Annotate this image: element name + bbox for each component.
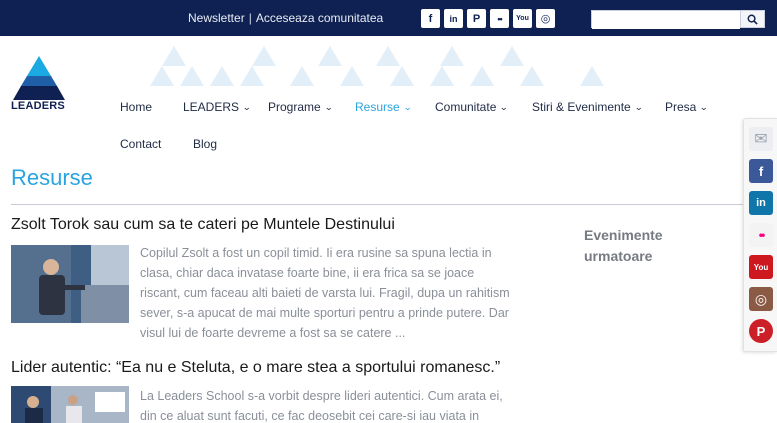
pinterest-icon[interactable]: P: [749, 319, 773, 343]
flickr-icon[interactable]: ••: [749, 223, 773, 247]
heading-line: urmatoare: [584, 248, 653, 264]
share-bar: ✉ f in •• You ◎ P: [743, 118, 777, 352]
article-excerpt: Copilul Zsolt a fost un copil timid. Ii …: [140, 243, 552, 343]
youtube-icon[interactable]: You: [513, 9, 532, 28]
chevron-down-icon: ⌄: [323, 101, 333, 112]
nav-home-label: Home: [120, 100, 153, 114]
chevron-down-icon: ⌄: [242, 101, 252, 112]
social-links: f in P •• You ◎: [421, 9, 555, 28]
flickr-icon[interactable]: ••: [490, 9, 509, 28]
search-input[interactable]: [592, 13, 740, 29]
nav-stiri-label: Stiri & Evenimente: [532, 100, 631, 114]
excerpt-line: Copilul Zsolt a fost un copil timid. Ii …: [140, 246, 492, 260]
logo-middle-band: [21, 76, 57, 86]
chevron-down-icon: ⌄: [633, 101, 644, 112]
newsletter-link[interactable]: Newsletter: [188, 11, 245, 25]
nav-comunitate-label: Comunitate: [435, 100, 497, 114]
search-button[interactable]: [740, 11, 764, 27]
article-title[interactable]: Zsolt Torok sau cum sa te cateri pe Munt…: [11, 216, 395, 234]
nav-leaders[interactable]: LEADERS ⌄: [183, 100, 251, 114]
nav-programe-label: Programe: [268, 100, 321, 114]
top-bar: Newsletter | Acceseaza comunitatea f in P …: [0, 0, 777, 36]
article-title[interactable]: Lider autentic: “Ea nu e Steluta, e o ma…: [11, 359, 500, 377]
article-excerpt: La Leaders School s-a vorbit despre lide…: [140, 386, 552, 423]
nav-blog-label: Blog: [193, 137, 218, 151]
nav-resurse[interactable]: Resurse ⌄: [355, 100, 412, 114]
nav-comunitate[interactable]: Comunitate ⌄: [435, 100, 509, 114]
header-pattern: [150, 46, 604, 86]
nav-blog[interactable]: Blog: [193, 137, 217, 151]
article-thumbnail[interactable]: [11, 386, 129, 423]
search-icon: [747, 14, 758, 25]
pinterest-icon[interactable]: P: [467, 9, 486, 28]
excerpt-line: clasa, chiar daca invatase foarte bine, …: [140, 266, 475, 280]
top-links: Newsletter | Acceseaza comunitatea: [188, 11, 383, 25]
linkedin-icon[interactable]: in: [749, 191, 773, 215]
excerpt-line: riscant, cum faceau alti baieti de varst…: [140, 286, 510, 300]
upcoming-events-heading: Evenimente urmatoare: [584, 225, 663, 267]
facebook-icon[interactable]: f: [749, 159, 773, 183]
nav-stiri-evenimente[interactable]: Stiri & Evenimente ⌄: [532, 100, 644, 114]
chevron-down-icon: ⌄: [699, 101, 709, 112]
instagram-icon[interactable]: ◎: [749, 287, 773, 311]
article-thumbnail[interactable]: [11, 245, 129, 323]
nav-programe[interactable]: Programe ⌄: [268, 100, 333, 114]
instagram-icon[interactable]: ◎: [536, 9, 555, 28]
excerpt-line: sever, s-a apucat de mai multe sporturi …: [140, 306, 509, 320]
chevron-down-icon: ⌄: [499, 101, 509, 112]
nav-leaders-label: LEADERS: [183, 100, 240, 114]
excerpt-line: visul lui de foarte devreme a fost sa se…: [140, 326, 406, 340]
nav-contact-label: Contact: [120, 137, 162, 151]
title-divider: [11, 204, 777, 205]
nav-presa-label: Presa: [665, 100, 697, 114]
heading-line: Evenimente: [584, 227, 663, 243]
facebook-icon[interactable]: f: [421, 9, 440, 28]
linkedin-icon[interactable]: in: [444, 9, 463, 28]
page-title: Resurse: [11, 165, 93, 190]
search-box: [591, 10, 765, 29]
nav-home[interactable]: Home: [120, 100, 152, 114]
chevron-down-icon: ⌄: [402, 101, 412, 112]
nav-resurse-label: Resurse: [355, 100, 400, 114]
community-link[interactable]: Acceseaza comunitatea: [256, 11, 383, 25]
nav-presa[interactable]: Presa ⌄: [665, 100, 709, 114]
top-links-separator: |: [248, 11, 252, 25]
email-icon[interactable]: ✉: [749, 127, 773, 151]
logo-text: LEADERS: [11, 100, 65, 112]
logo-bottom-band: [13, 86, 65, 100]
excerpt-line: La Leaders School s-a vorbit despre lide…: [140, 389, 503, 403]
nav-contact[interactable]: Contact: [120, 137, 161, 151]
youtube-icon[interactable]: You: [749, 255, 773, 279]
excerpt-line: din ce aluat sunt facuti, ce fac deosebi…: [140, 409, 480, 423]
logo-top-triangle: [27, 56, 51, 76]
